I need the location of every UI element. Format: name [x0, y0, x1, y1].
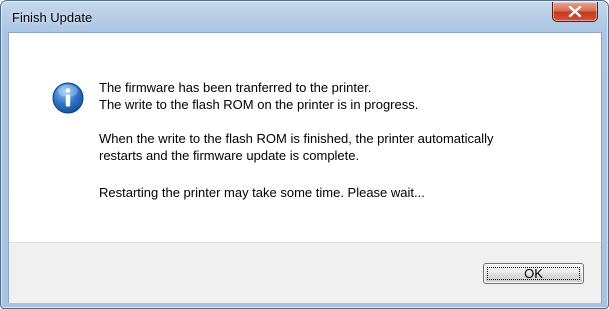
button-bar: OK: [9, 242, 601, 303]
dialog-client-area: The firmware has been tranferred to the …: [8, 32, 602, 303]
message-line-1: The firmware has been tranferred to the …: [99, 80, 372, 95]
title-bar[interactable]: Finish Update: [1, 1, 608, 33]
message-line-3: When the write to the flash ROM is finis…: [99, 131, 494, 146]
close-icon: [568, 6, 582, 17]
info-icon: [52, 82, 84, 114]
ok-button[interactable]: OK: [483, 263, 584, 284]
message-line-4: restarts and the firmware update is comp…: [99, 148, 360, 163]
message-area: The firmware has been tranferred to the …: [9, 33, 601, 242]
dialog-window: Finish Update The firmware has been tran…: [0, 0, 609, 309]
message-line-5: Restarting the printer may take some tim…: [99, 185, 425, 200]
close-button[interactable]: [552, 2, 598, 22]
window-title: Finish Update: [12, 10, 93, 25]
message-line-2: The write to the flash ROM on the printe…: [99, 97, 419, 112]
ok-button-label: OK: [524, 266, 543, 281]
